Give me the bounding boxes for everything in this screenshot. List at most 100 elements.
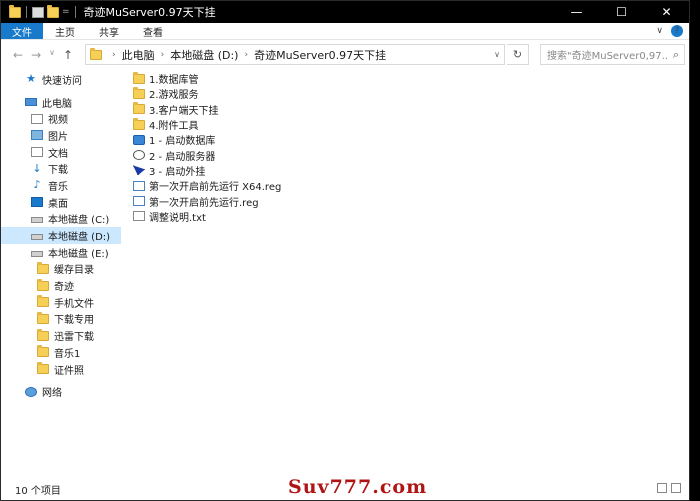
file-item[interactable]: 第一次开启前先运行.reg <box>133 193 533 209</box>
expand-ribbon-button[interactable]: ∨ <box>656 26 663 36</box>
sidebar-item-label: 下载 <box>48 165 68 177</box>
app-icon <box>133 165 145 176</box>
address-row: ← → ∨ ↑ › 此电脑 › 本地磁盘 (D:) › 奇迹MuServer0.… <box>1 40 689 69</box>
folder-icon <box>90 47 102 60</box>
explorer-window: = 奇迹MuServer0.97天下挂 — ☐ ✕ 文件 主页 共享 查看 ∨ … <box>0 0 690 501</box>
window-title: 奇迹MuServer0.97天下挂 <box>83 6 216 19</box>
sidebar-item[interactable]: 本地磁盘 (D:) <box>1 227 121 244</box>
file-item[interactable]: 1.数据库管 <box>133 71 533 86</box>
customize-toolbar-icon[interactable]: = <box>62 7 70 17</box>
sidebar-item-label: 缓存目录 <box>54 265 94 277</box>
sidebar-item[interactable]: 下载专用 <box>1 311 121 328</box>
file-name: 1.数据库管 <box>149 75 199 87</box>
sidebar-item[interactable]: ↓ 下载 <box>1 160 121 177</box>
watermark: Suv777.com <box>288 476 428 498</box>
window-controls: — ☐ ✕ <box>554 1 689 23</box>
sidebar-item[interactable]: 缓存目录 <box>1 261 121 278</box>
file-item[interactable]: 3.客户端天下挂 <box>133 102 533 117</box>
breadcrumb-current-folder[interactable]: 奇迹MuServer0.97天下挂 <box>254 47 386 63</box>
network-icon <box>25 386 37 397</box>
file-item[interactable]: 3 - 启动外挂 <box>133 163 533 178</box>
folder-icon <box>37 345 49 358</box>
title-bar: = 奇迹MuServer0.97天下挂 — ☐ ✕ <box>1 1 689 23</box>
sidebar-item[interactable]: 音乐1 <box>1 344 121 361</box>
help-icon[interactable]: ? <box>671 25 683 37</box>
app-icon <box>133 134 145 145</box>
sidebar-item[interactable]: 视频 <box>1 110 121 127</box>
search-icon[interactable]: ⌕ <box>668 48 684 62</box>
file-item[interactable]: 调整说明.txt <box>133 209 533 224</box>
forward-button[interactable]: → <box>31 48 41 62</box>
properties-icon[interactable] <box>32 6 44 18</box>
tab-share[interactable]: 共享 <box>87 23 131 39</box>
file-name: 第一次开启前先运行 X64.reg <box>149 182 282 194</box>
sidebar-item-label: 视频 <box>48 115 68 127</box>
back-button[interactable]: ← <box>13 48 23 62</box>
refresh-button[interactable]: ↻ <box>507 44 529 65</box>
tab-view[interactable]: 查看 <box>131 23 175 39</box>
tab-home[interactable]: 主页 <box>43 23 87 39</box>
sidebar-item[interactable]: 此电脑 <box>1 94 121 111</box>
maximize-button[interactable]: ☐ <box>599 1 644 23</box>
sidebar-item-label: 本地磁盘 (D:) <box>48 232 111 244</box>
file-item[interactable]: 2 - 启动服务器 <box>133 147 533 163</box>
large-icons-view-button[interactable] <box>671 483 681 493</box>
breadcrumb-drive-d[interactable]: 本地磁盘 (D:) <box>170 47 238 63</box>
file-item[interactable]: 2.游戏服务 <box>133 86 533 101</box>
folder-icon <box>37 362 49 375</box>
address-bar[interactable]: › 此电脑 › 本地磁盘 (D:) › 奇迹MuServer0.97天下挂 ∨ <box>85 44 505 65</box>
view-buttons <box>657 483 681 493</box>
sidebar-item[interactable]: 文档 <box>1 144 121 161</box>
file-item[interactable]: 1 - 启动数据库 <box>133 132 533 147</box>
item-count: 10 个项目 <box>15 485 61 497</box>
text-file-icon <box>133 211 145 222</box>
sidebar-item-label: 网络 <box>42 388 62 400</box>
computer-icon <box>25 98 37 107</box>
folder-icon <box>9 4 21 18</box>
sidebar-item-label: 奇迹 <box>54 282 74 294</box>
sidebar-item[interactable]: 桌面 <box>1 194 121 211</box>
drive-icon <box>31 217 43 224</box>
sidebar-item[interactable]: 网络 <box>1 383 121 400</box>
document-icon <box>31 147 43 158</box>
file-name: 3 - 启动外挂 <box>149 166 206 178</box>
sidebar-item[interactable]: 奇迹 <box>1 277 121 294</box>
new-folder-icon[interactable] <box>47 4 59 18</box>
file-name: 1 - 启动数据库 <box>149 136 216 148</box>
folder-icon <box>37 278 49 291</box>
sidebar-item[interactable]: 本地磁盘 (C:) <box>1 211 121 228</box>
sidebar-item-label: 桌面 <box>48 198 68 210</box>
address-dropdown-button[interactable]: ∨ <box>490 50 504 59</box>
sidebar-item[interactable]: 迅雷下载 <box>1 327 121 344</box>
recent-locations-button[interactable]: ∨ <box>49 48 55 62</box>
search-box[interactable]: 搜索"奇迹MuServer0,97... ⌕ <box>540 44 685 65</box>
sidebar-item[interactable]: 图片 <box>1 127 121 144</box>
tab-file[interactable]: 文件 <box>1 23 43 39</box>
file-name: 2.游戏服务 <box>149 90 199 102</box>
chevron-right-icon[interactable]: › <box>112 50 116 60</box>
details-view-button[interactable] <box>657 483 667 493</box>
chevron-right-icon[interactable]: › <box>244 50 248 60</box>
search-input[interactable]: 搜索"奇迹MuServer0,97... <box>541 47 668 62</box>
up-button[interactable]: ↑ <box>63 48 73 62</box>
star-icon: ★ <box>26 72 36 86</box>
folder-icon <box>133 102 145 115</box>
navigation-pane: ★ 快速访问此电脑视频 图片 文档 ↓ 下载 ♪ 音乐桌面 本地磁盘 (C:) 本地磁盘 (D:)… <box>1 71 121 477</box>
sidebar-item[interactable]: ★ 快速访问 <box>1 71 121 88</box>
sidebar-item-label: 本地磁盘 (E:) <box>48 248 109 260</box>
close-button[interactable]: ✕ <box>644 1 689 23</box>
file-name: 第一次开启前先运行.reg <box>149 197 259 209</box>
breadcrumb-this-pc[interactable]: 此电脑 <box>122 47 155 63</box>
sidebar-item[interactable]: 证件照 <box>1 361 121 378</box>
folder-icon <box>133 117 145 130</box>
chevron-right-icon[interactable]: › <box>161 50 165 60</box>
file-item[interactable]: 4.附件工具 <box>133 117 533 132</box>
minimize-button[interactable]: — <box>554 1 599 23</box>
sidebar-item-label: 快速访问 <box>42 75 82 87</box>
desktop-icon <box>31 197 43 208</box>
sidebar-item[interactable]: ♪ 音乐 <box>1 177 121 194</box>
file-item[interactable]: 第一次开启前先运行 X64.reg <box>133 178 533 193</box>
sidebar-item[interactable]: 手机文件 <box>1 294 121 311</box>
drive-icon <box>31 234 43 241</box>
sidebar-item[interactable]: 本地磁盘 (E:) <box>1 244 121 261</box>
